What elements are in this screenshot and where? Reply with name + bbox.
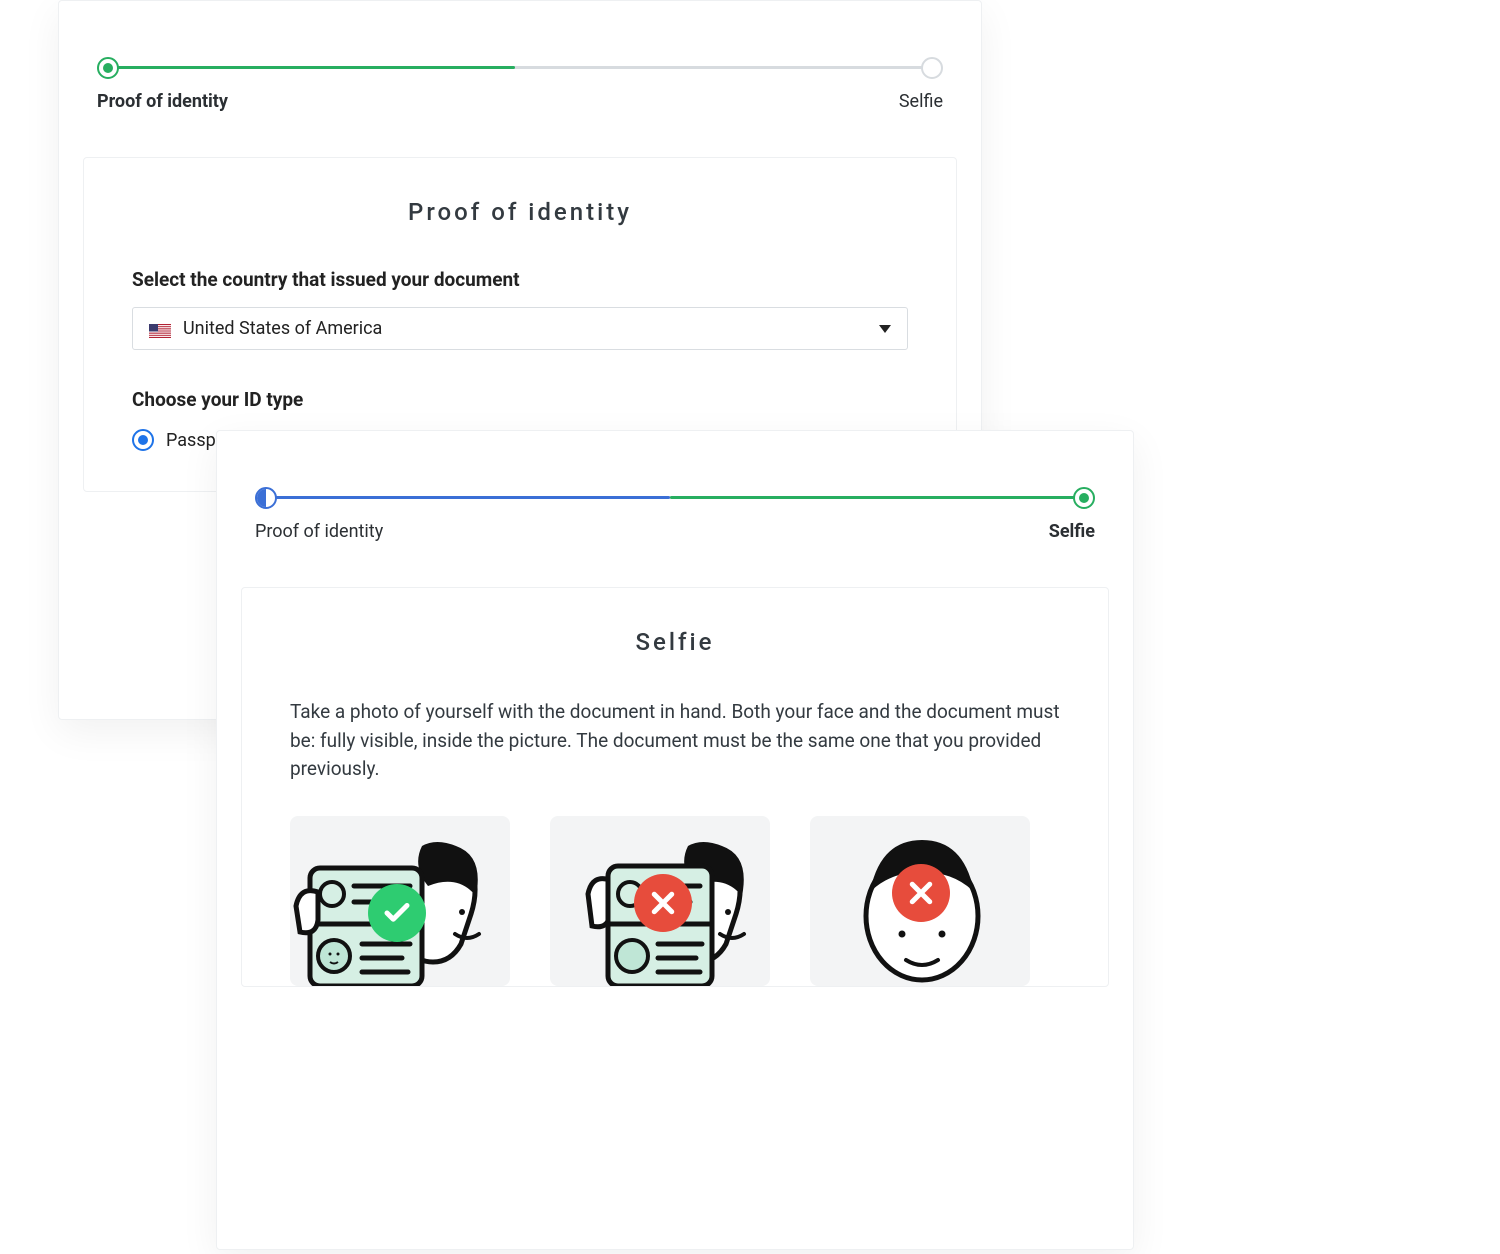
step-node-1 [97,57,119,79]
step-node-1 [255,487,277,509]
panel-selfie: Proof of identity Selfie Selfie Take a p… [216,430,1134,1250]
selfie-card: Selfie Take a photo of yourself with the… [241,587,1109,987]
step-label-1: Proof of identity [97,91,228,112]
id-type-label: Choose your ID type [132,388,908,411]
country-value: United States of America [183,318,382,339]
selfie-example-wrong-covered [550,816,770,986]
selfie-examples [290,816,1060,986]
step-label-2: Selfie [1049,521,1095,542]
cross-icon [892,864,950,922]
step-label-2: Selfie [899,91,943,112]
chevron-down-icon [879,325,891,333]
step-node-2 [1073,487,1095,509]
us-flag-icon [149,322,171,336]
stepper: Proof of identity Selfie [255,487,1095,557]
stepper: Proof of identity Selfie [97,57,943,127]
cross-icon [634,874,692,932]
card-title: Selfie [290,628,1060,656]
card-title: Proof of identity [132,198,908,226]
check-icon [368,884,426,942]
radio-icon [132,429,154,451]
step-label-1: Proof of identity [255,521,383,542]
stepper-track-fill-1 [267,496,670,499]
selfie-example-correct [290,816,510,986]
country-label: Select the country that issued your docu… [132,268,908,291]
selfie-description: Take a photo of yourself with the docume… [290,698,1060,784]
country-select[interactable]: United States of America [132,307,908,350]
selfie-example-wrong-no-doc [810,816,1030,986]
stepper-track-fill-2 [670,496,1083,499]
stepper-track-fill [109,66,515,69]
step-node-2 [921,57,943,79]
